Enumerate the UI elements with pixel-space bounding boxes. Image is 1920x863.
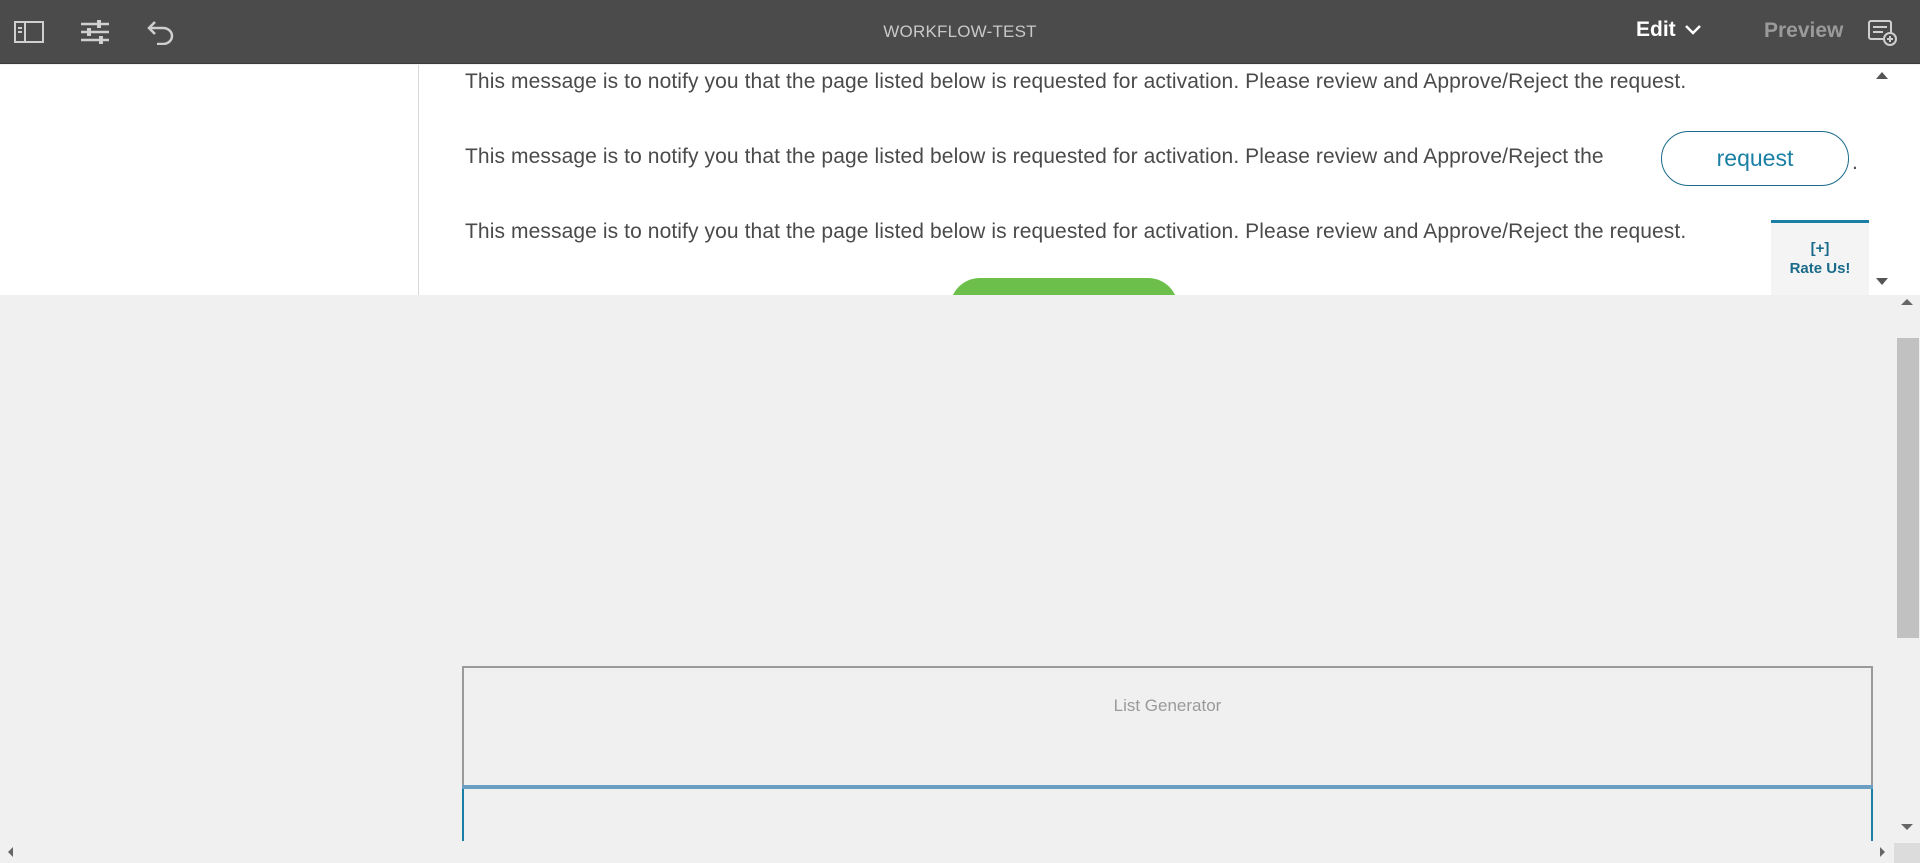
page-title: WORKFLOW-TEST xyxy=(883,22,1037,41)
request-button[interactable]: request xyxy=(1661,131,1849,186)
preview-button[interactable]: Preview xyxy=(1764,19,1843,43)
scroll-right-icon[interactable] xyxy=(1880,847,1885,857)
side-panel-icon[interactable] xyxy=(13,16,45,48)
message-text-1: This message is to notify you that the p… xyxy=(465,70,1687,93)
rate-us-widget[interactable]: [+] Rate Us! xyxy=(1771,220,1869,295)
vertical-scroll-thumb[interactable] xyxy=(1897,338,1919,638)
frame-scroll-down-icon[interactable] xyxy=(1876,278,1888,285)
message-text-2: This message is to notify you that the p… xyxy=(465,145,1604,168)
list-generator-label: List Generator xyxy=(1113,696,1222,715)
undo-icon[interactable] xyxy=(145,16,177,48)
frame-scrollbar[interactable] xyxy=(1869,65,1889,295)
rate-us-plus: [+] xyxy=(1810,240,1830,257)
scroll-down-icon[interactable] xyxy=(1901,824,1913,830)
message-text-3: This message is to notify you that the p… xyxy=(465,220,1687,243)
frame-scroll-up-icon[interactable] xyxy=(1876,72,1888,79)
message-period: . xyxy=(1852,151,1858,174)
chevron-down-icon xyxy=(1684,25,1701,35)
list-generator-component[interactable]: List Generator xyxy=(462,666,1873,788)
edit-mode-dropdown[interactable]: Edit xyxy=(1636,18,1702,42)
annotations-icon[interactable] xyxy=(1866,16,1898,48)
rate-us-label: Rate Us! xyxy=(1789,260,1851,277)
selected-component-area[interactable] xyxy=(462,789,1873,841)
green-button[interactable] xyxy=(950,278,1178,295)
scroll-left-icon[interactable] xyxy=(8,847,13,857)
page-properties-icon[interactable] xyxy=(79,16,111,48)
scrollbar-corner xyxy=(1894,843,1920,863)
content-frame: This message is to notify you that the p… xyxy=(0,65,1920,295)
edit-label: Edit xyxy=(1636,18,1676,41)
editor-toolbar: WORKFLOW-TEST Edit Preview xyxy=(0,0,1920,64)
scroll-up-icon[interactable] xyxy=(1901,299,1913,305)
left-column xyxy=(0,65,419,295)
horizontal-scrollbar[interactable] xyxy=(0,843,1894,863)
